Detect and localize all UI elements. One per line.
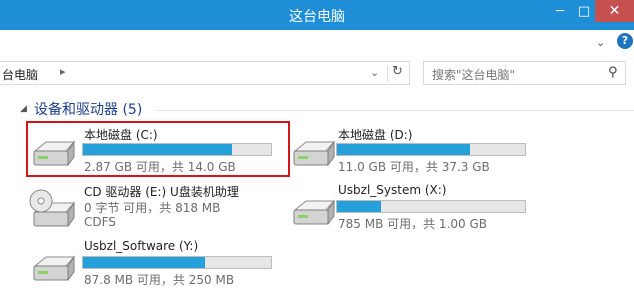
capacity-fill: [337, 144, 470, 155]
expand-ribbon-icon[interactable]: ⌄: [596, 36, 605, 49]
drive-name: Usbzl_System (X:): [338, 183, 447, 197]
cd-drive-icon: [29, 189, 76, 228]
capacity-bar: [82, 256, 272, 269]
address-path[interactable]: 台电脑: [2, 66, 38, 83]
drive-space: 11.0 GB 可用，共 37.3 GB: [338, 160, 490, 174]
hard-drive-icon: [293, 199, 336, 226]
refresh-icon[interactable]: ↻: [392, 64, 403, 79]
minimize-icon: ─: [556, 3, 564, 19]
close-icon: ✕: [608, 3, 621, 19]
hard-drive-icon: [293, 140, 336, 167]
window-title: 这台电脑: [289, 9, 345, 25]
collapse-group-icon[interactable]: ◢: [20, 104, 27, 114]
help-icon[interactable]: ?: [617, 33, 633, 49]
drive-filesystem: CDFS: [84, 215, 116, 229]
selection-highlight: [26, 121, 290, 177]
search-box[interactable]: 搜索"这台电脑" ⚲: [423, 61, 626, 85]
address-dropdown-icon[interactable]: ⌄: [370, 66, 379, 79]
drive-name: Usbzl_Software (Y:): [84, 239, 199, 253]
maximize-button[interactable]: □: [573, 0, 595, 22]
capacity-fill: [83, 257, 205, 268]
capacity-bar: [336, 143, 526, 156]
drive-space: 0 字节 可用，共 818 MB: [84, 201, 221, 215]
drive-d[interactable]: 本地磁盘 (D:) 11.0 GB 可用，共 37.3 GB: [286, 121, 546, 177]
hard-drive-icon: [33, 255, 76, 282]
address-divider: [387, 66, 388, 82]
close-button[interactable]: ✕: [595, 0, 634, 22]
title-bar[interactable]: 这台电脑 ─ □ ✕: [0, 0, 634, 30]
address-bar[interactable]: 台电脑 ▸ ⌄ ↻: [0, 61, 410, 85]
minimize-button[interactable]: ─: [547, 0, 573, 22]
drive-y[interactable]: Usbzl_Software (Y:) 87.8 MB 可用，共 250 MB: [26, 236, 286, 288]
group-header[interactable]: 设备和驱动器 (5): [34, 99, 142, 119]
breadcrumb-arrow-icon[interactable]: ▸: [60, 65, 66, 78]
capacity-bar: [336, 200, 526, 213]
drive-name: 本地磁盘 (D:): [338, 128, 413, 142]
maximize-icon: □: [577, 3, 591, 19]
capacity-fill: [337, 201, 381, 212]
search-input[interactable]: 搜索"这台电脑": [432, 66, 515, 83]
group-divider: [156, 110, 634, 111]
ribbon: [0, 30, 634, 56]
drive-e[interactable]: CD 驱动器 (E:) U盘装机助理 0 字节 可用，共 818 MB CDFS: [26, 180, 286, 232]
search-icon[interactable]: ⚲: [608, 65, 618, 80]
drive-name: CD 驱动器 (E:) U盘装机助理: [84, 185, 239, 199]
drive-x[interactable]: Usbzl_System (X:) 785 MB 可用，共 1.00 GB: [286, 180, 546, 232]
drive-space: 785 MB 可用，共 1.00 GB: [338, 217, 487, 231]
drive-space: 87.8 MB 可用，共 250 MB: [84, 273, 235, 287]
